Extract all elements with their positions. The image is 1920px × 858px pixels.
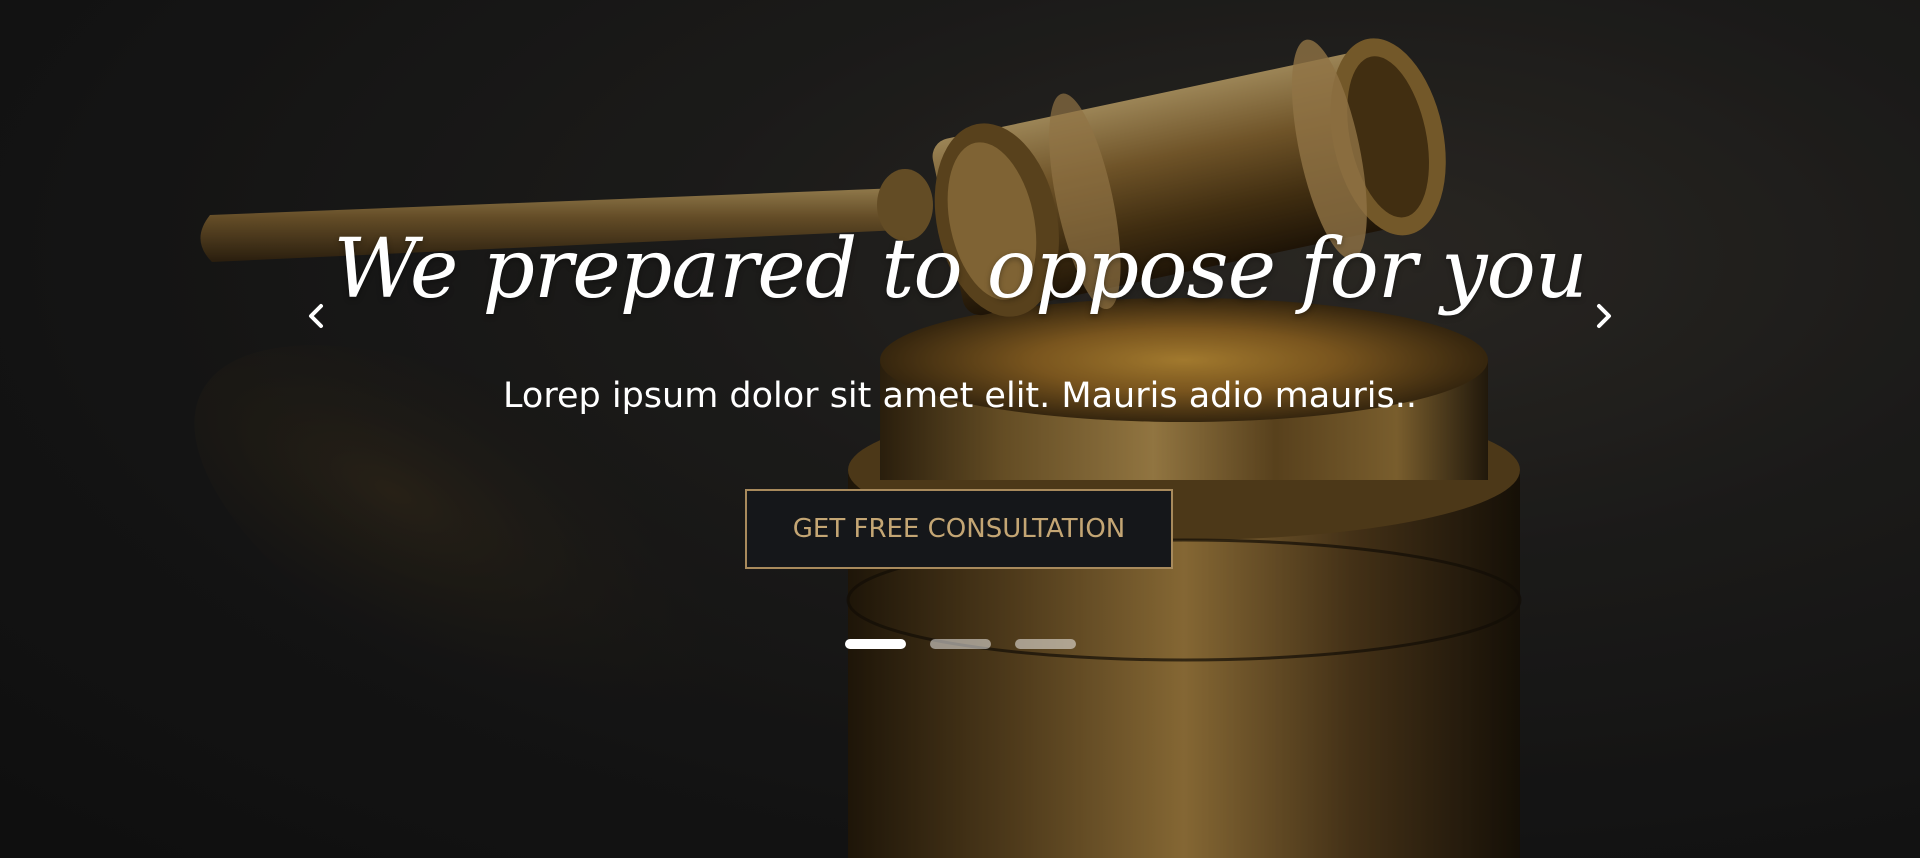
carousel-indicator-3[interactable] [1015,639,1076,649]
carousel-next-button[interactable] [1589,298,1619,334]
carousel-indicator-1[interactable] [845,639,906,649]
hero-headline: We prepared to oppose for you [333,222,1587,317]
slide-content: We prepared to oppose for you Lorep ipsu… [0,0,1920,858]
get-free-consultation-button[interactable]: GET FREE CONSULTATION [745,489,1173,569]
hero-slider: We prepared to oppose for you Lorep ipsu… [0,0,1920,858]
carousel-indicators [845,639,1076,649]
carousel-indicator-2[interactable] [930,639,991,649]
chevron-right-icon [1597,304,1611,328]
hero-subline: Lorep ipsum dolor sit amet elit. Mauris … [503,376,1417,416]
